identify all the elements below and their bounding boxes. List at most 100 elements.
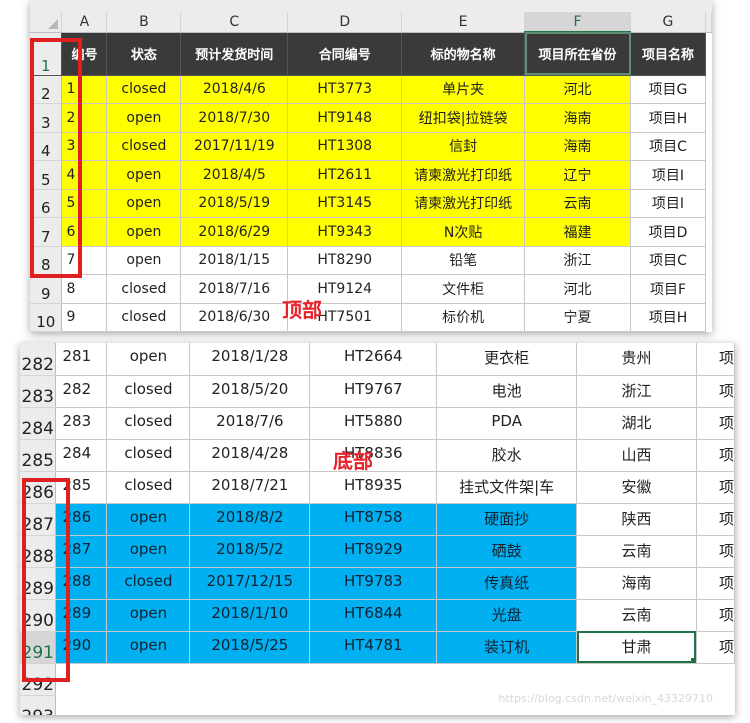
table-cell[interactable]: HT4781 xyxy=(309,631,438,664)
table-cell[interactable]: 2018/7/6 xyxy=(189,407,311,440)
table-cell[interactable]: closed xyxy=(106,132,182,161)
table-cell[interactable]: closed xyxy=(106,375,191,408)
table-cell[interactable]: open xyxy=(106,535,191,568)
table-cell[interactable]: 287 xyxy=(55,535,108,568)
table-cell[interactable]: open xyxy=(106,599,191,632)
table-cell[interactable]: 2018/1/28 xyxy=(189,343,311,376)
row-number[interactable]: 283 xyxy=(20,375,57,408)
table-cell[interactable]: 4 xyxy=(61,160,108,190)
table-cell[interactable]: 2017/11/19 xyxy=(180,132,289,161)
table-cell[interactable]: 项目F xyxy=(630,274,706,304)
table-cell[interactable]: 光盘 xyxy=(436,599,578,632)
table-cell[interactable]: 单片夹 xyxy=(401,75,526,104)
table-cell[interactable]: 2018/7/16 xyxy=(180,274,289,304)
empty-cell[interactable] xyxy=(190,663,310,695)
table-cell[interactable]: closed xyxy=(106,274,182,304)
row-number[interactable]: 2 xyxy=(30,75,63,104)
table-cell[interactable]: HT9767 xyxy=(309,375,438,408)
header-cell[interactable]: 标的物名称 xyxy=(401,32,526,76)
table-cell[interactable]: HT8836 xyxy=(309,439,438,472)
table-cell[interactable]: 福建 xyxy=(524,217,632,247)
table-cell[interactable]: 2018/1/15 xyxy=(180,246,289,275)
column-header-g[interactable]: G xyxy=(630,12,706,33)
row-number[interactable]: 7 xyxy=(30,217,63,247)
table-cell[interactable]: 288 xyxy=(55,567,108,600)
table-cell[interactable]: HT6844 xyxy=(309,599,438,632)
row-number[interactable]: 291 xyxy=(20,631,57,664)
header-cell[interactable]: 合同编号 xyxy=(287,32,403,76)
table-cell[interactable]: 河北 xyxy=(524,274,632,304)
table-cell[interactable]: 挂式文件架|车 xyxy=(436,471,578,504)
column-header-h[interactable] xyxy=(705,12,712,33)
row-number[interactable]: 9 xyxy=(30,274,63,304)
header-cell[interactable]: 项目名称 xyxy=(630,32,706,76)
row-number[interactable]: 1 xyxy=(30,32,63,76)
table-cell[interactable]: 9 xyxy=(61,303,108,332)
table-cell[interactable]: 浙江 xyxy=(524,246,632,275)
table-cell[interactable]: open xyxy=(106,217,182,247)
header-cell[interactable]: 编号 xyxy=(61,32,108,76)
empty-cell[interactable] xyxy=(310,663,437,695)
table-cell[interactable]: 海南 xyxy=(576,567,697,600)
table-cell[interactable]: 项 xyxy=(696,503,735,536)
table-cell[interactable]: closed xyxy=(106,75,182,104)
row-number[interactable]: 3 xyxy=(30,103,63,133)
table-cell[interactable]: 项目I xyxy=(630,189,706,218)
table-cell[interactable]: HT8290 xyxy=(287,246,403,275)
table-cell[interactable]: 海南 xyxy=(524,132,632,161)
row-number[interactable]: 6 xyxy=(30,189,63,218)
table-cell[interactable]: 宁夏 xyxy=(524,303,632,332)
table-cell[interactable]: 电池 xyxy=(436,375,578,408)
table-cell[interactable]: 项 xyxy=(696,599,735,632)
table-cell[interactable]: 贵州 xyxy=(576,343,697,376)
row-number[interactable]: 288 xyxy=(20,535,57,568)
table-cell[interactable]: 2018/4/28 xyxy=(189,439,311,472)
table-cell[interactable]: 8 xyxy=(61,274,108,304)
table-cell[interactable]: 282 xyxy=(55,375,108,408)
row-number[interactable]: 5 xyxy=(30,160,63,190)
table-cell[interactable]: open xyxy=(106,343,191,376)
row-number[interactable]: 290 xyxy=(20,599,57,632)
table-cell[interactable]: HT8758 xyxy=(309,503,438,536)
table-cell[interactable]: closed xyxy=(106,407,191,440)
table-cell[interactable]: 2018/1/10 xyxy=(189,599,311,632)
table-cell[interactable]: 项 xyxy=(696,375,735,408)
table-cell[interactable]: 5 xyxy=(61,189,108,218)
row-number[interactable]: 285 xyxy=(20,439,57,472)
empty-cell[interactable] xyxy=(190,695,310,715)
column-header-b[interactable]: B xyxy=(106,12,182,33)
table-cell[interactable]: 项目I xyxy=(630,160,706,190)
table-cell[interactable]: closed xyxy=(106,303,182,332)
table-cell[interactable]: open xyxy=(106,246,182,275)
empty-cell[interactable] xyxy=(705,275,711,304)
row-number[interactable]: 292 xyxy=(20,663,57,696)
table-cell[interactable]: 2018/5/25 xyxy=(189,631,311,664)
table-cell[interactable]: 2 xyxy=(61,103,108,133)
table-cell[interactable]: 项 xyxy=(696,471,735,504)
table-cell[interactable]: 辽宁 xyxy=(524,160,632,190)
row-number[interactable]: 284 xyxy=(20,407,57,440)
empty-cell[interactable] xyxy=(705,32,712,75)
empty-cell[interactable] xyxy=(56,663,107,695)
active-cell[interactable]: 甘肃 xyxy=(576,631,697,664)
table-cell[interactable]: HT9343 xyxy=(287,217,403,247)
empty-cell[interactable] xyxy=(705,132,711,161)
table-cell[interactable]: HT5880 xyxy=(309,407,438,440)
table-cell[interactable]: 286 xyxy=(55,503,108,536)
column-header-d[interactable]: D xyxy=(287,12,403,33)
table-cell[interactable]: HT9148 xyxy=(287,103,403,133)
row-number[interactable]: 287 xyxy=(20,503,57,536)
table-cell[interactable]: 项 xyxy=(696,567,735,600)
table-cell[interactable]: 硒鼓 xyxy=(436,535,578,568)
table-cell[interactable]: HT3773 xyxy=(287,75,403,104)
empty-cell[interactable] xyxy=(705,189,711,218)
empty-cell[interactable] xyxy=(696,663,734,695)
empty-cell[interactable] xyxy=(705,104,711,133)
table-cell[interactable]: 项 xyxy=(696,439,735,472)
table-cell[interactable]: 项目C xyxy=(630,132,706,161)
header-cell[interactable]: 预计发货时间 xyxy=(180,32,289,76)
table-cell[interactable]: HT9783 xyxy=(309,567,438,600)
table-cell[interactable]: 文件柜 xyxy=(401,274,526,304)
table-cell[interactable]: 山西 xyxy=(576,439,697,472)
table-cell[interactable]: 浙江 xyxy=(576,375,697,408)
